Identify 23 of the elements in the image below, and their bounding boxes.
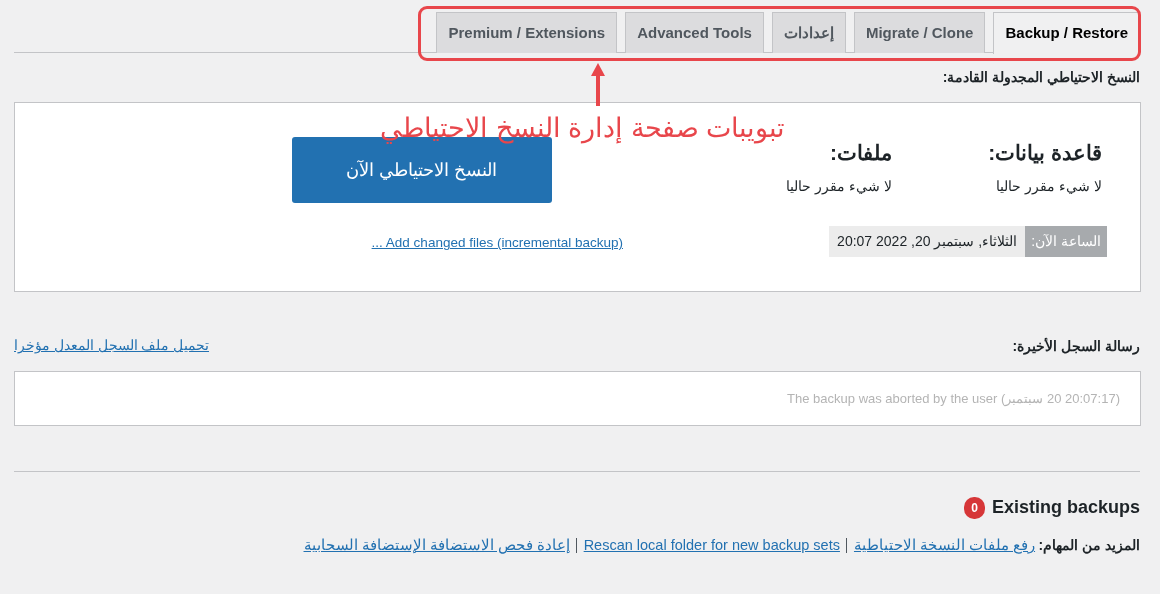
more-tasks-label: المزيد من المهام: xyxy=(1038,536,1140,556)
database-label: قاعدة بيانات: xyxy=(987,140,1102,166)
task-link[interactable]: رفع ملفات النسخة الاحتياطية xyxy=(853,535,1036,557)
log-message: (20:07:17 20 سبتمبر) The backup was aborted by the user xyxy=(787,389,1120,408)
section-heading: رسالة السجل الأخيرة: xyxy=(1012,336,1140,357)
count-badge: 0 xyxy=(964,496,985,519)
files-status: لا شيء مقرر حاليا xyxy=(785,176,892,197)
current-time: الثلاثاء, سبتمبر 20, 2022 20:07 xyxy=(829,226,1026,257)
section-heading: النسخ الاحتياطي المجدولة القادمة: xyxy=(942,69,1140,85)
incremental-backup-link[interactable]: ... Add changed files (incremental backup) xyxy=(371,233,623,257)
database-status: لا شيء مقرر حاليا xyxy=(995,176,1102,197)
tab[interactable]: Backup / Restore xyxy=(993,12,1140,54)
annotation-arrow xyxy=(590,62,606,106)
files-label: ملفات: xyxy=(829,140,892,166)
tab[interactable]: إعدادات xyxy=(771,12,846,53)
tab[interactable]: Advanced Tools xyxy=(625,12,764,53)
tab[interactable]: Migrate / Clone xyxy=(853,12,986,53)
task-link[interactable]: إعادة فحص الاستضافة الإستضافة السحابية xyxy=(303,535,570,557)
download-log-link[interactable]: تحميل ملف السجل المعدل مؤخرا xyxy=(14,336,209,357)
time-label: الساعة الآن: xyxy=(1025,226,1107,257)
section-heading: Existing backups xyxy=(991,496,1140,519)
task-link[interactable]: Rescan local folder for new backup sets xyxy=(583,535,840,557)
tab[interactable]: Premium / Extensions xyxy=(436,12,618,53)
